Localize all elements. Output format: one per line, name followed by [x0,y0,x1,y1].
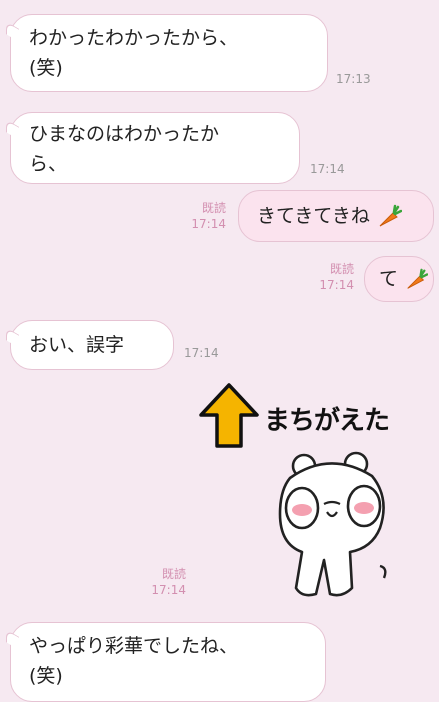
sticker-caption: まちがえた [264,406,390,436]
bubble-tail [6,629,19,650]
message-text: きてきてきね [257,205,370,227]
incoming-message-bubble[interactable]: やっぱり彩華でしたね、 (笑) [6,622,326,702]
bubble-tail [6,327,19,348]
read-label: 既読 [161,567,186,581]
message-timestamp: 17:14 [310,162,345,176]
message-timestamp: 17:14 [184,346,219,360]
outgoing-message-bubble[interactable]: て [364,256,434,302]
message-timestamp: 17:14 [319,278,354,292]
read-receipt: 既読 17:14 [184,200,226,232]
message-text-line: (笑) [29,57,63,79]
outgoing-message-bubble[interactable]: きてきてきね [238,190,434,242]
read-receipt: 既読 17:14 [144,566,186,598]
message-text-line: やっぱり彩華でしたね、 [29,635,239,657]
bubble-tail [6,21,19,42]
message-text: て [379,268,399,290]
message-timestamp: 17:14 [191,217,226,231]
bubble-tail [6,119,19,140]
message-text-line: ら、 [29,153,68,175]
carrot-emoji-icon [407,268,429,289]
read-label: 既読 [329,262,354,276]
message-timestamp: 17:14 [151,583,186,597]
incoming-message-bubble[interactable]: ひまなのはわかったか ら、 [6,112,300,184]
read-label: 既読 [201,201,226,215]
up-arrow-icon [199,383,259,448]
message-text-line: わかったわかったから、 [29,27,239,49]
message-text-line: ひまなのはわかったか [29,123,220,145]
incoming-message-bubble[interactable]: わかったわかったから、 (笑) [6,14,328,92]
incoming-message-bubble[interactable]: おい、誤字 [6,320,174,370]
carrot-emoji-icon [379,204,402,226]
message-timestamp: 17:13 [336,72,371,86]
message-text: おい、誤字 [29,334,125,356]
read-receipt: 既読 17:14 [312,261,354,293]
message-text-line: (笑) [29,665,63,687]
bear-sticker[interactable] [272,448,392,598]
